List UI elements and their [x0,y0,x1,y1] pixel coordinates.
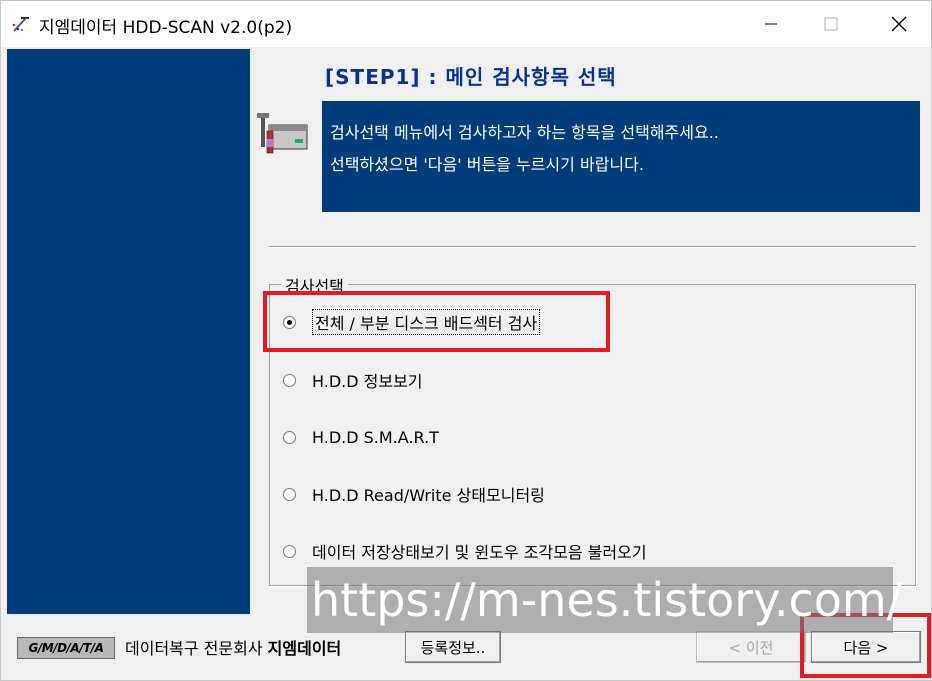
company-prefix: 데이터복구 전문회사 [125,639,268,658]
window-title: 지엠데이터 HDD-SCAN v2.0(p2) [39,18,293,38]
company-name: 지엠데이터 [267,639,342,658]
radio-button[interactable] [283,373,296,387]
minimize-button[interactable] [739,1,803,47]
minimize-icon [765,23,777,25]
option-label: H.D.D 정보보기 [312,372,423,391]
option-label: H.D.D Read/Write 상태모니터링 [312,486,545,505]
radio-button[interactable] [283,487,296,501]
option-label: 데이터 저장상태보기 및 윈도우 조각모음 불러오기 [312,543,647,562]
prev-button[interactable]: < 이전 [696,631,806,663]
app-window: 지엠데이터 HDD-SCAN v2.0(p2) [STEP1] : 메인 검사항… [0,0,932,681]
instruction-box: 검사선택 메뉴에서 검사하고자 하는 항목을 선택해주세요.. 선택하셨으면 '… [322,101,920,212]
option-hdd-smart[interactable]: H.D.D S.M.A.R.T [283,424,439,450]
hdd-tool-icon [255,109,311,159]
highlight-box-option [263,291,610,352]
option-read-write-monitoring[interactable]: H.D.D Read/Write 상태모니터링 [283,481,545,507]
option-data-storage-defrag[interactable]: 데이터 저장상태보기 및 윈도우 조각모음 불러오기 [283,538,647,564]
option-hdd-info[interactable]: H.D.D 정보보기 [283,367,423,393]
step-title: [STEP1] : 메인 검사항목 선택 [325,65,617,89]
app-icon [11,15,31,33]
watermark: https://m-nes.tistory.com/ [307,567,902,633]
maximize-button[interactable] [799,1,863,47]
close-button[interactable] [867,1,931,47]
instruction-line-2: 선택하셨으면 '다음' 버튼을 누르시기 바랍니다. [330,155,644,174]
title-bar[interactable]: 지엠데이터 HDD-SCAN v2.0(p2) [1,1,931,47]
gmdata-logo: G/M/D/A/T/A [17,637,115,659]
left-banner-panel [7,49,250,614]
header-divider [269,246,916,248]
company-text: 데이터복구 전문회사 지엠데이터 [125,635,341,659]
radio-button[interactable] [283,544,296,558]
radio-button[interactable] [283,430,296,444]
maximize-icon [824,17,838,31]
instruction-line-1: 검사선택 메뉴에서 검사하고자 하는 항목을 선택해주세요.. [330,123,719,142]
option-label: H.D.D S.M.A.R.T [312,427,439,447]
close-icon [891,16,907,32]
register-info-button[interactable]: 등록정보.. [405,631,501,663]
